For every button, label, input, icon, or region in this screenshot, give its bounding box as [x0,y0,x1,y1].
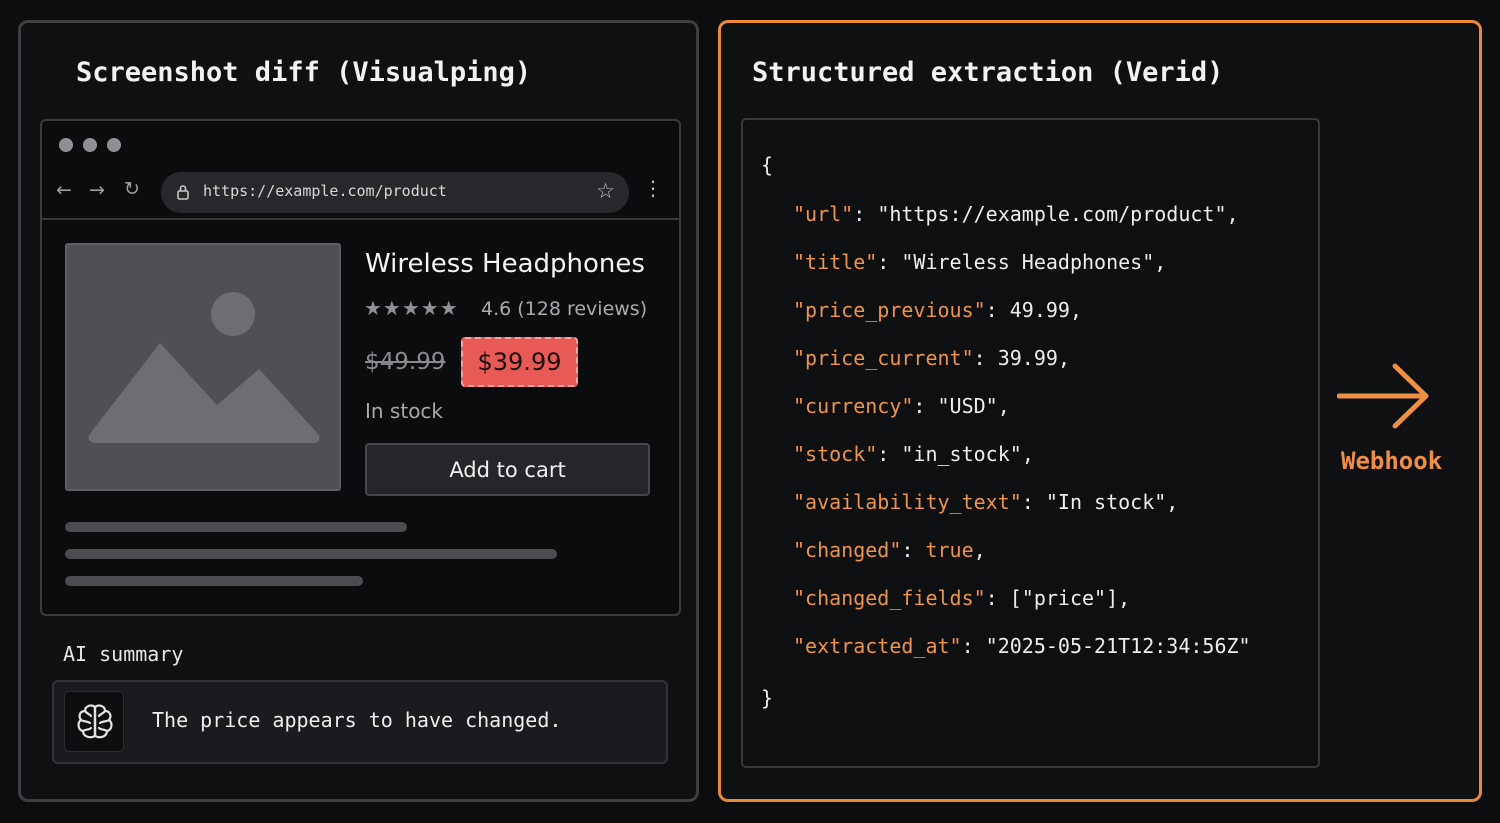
json-key: "price_previous" [793,298,986,322]
json-comma: , [997,394,1010,418]
json-value: "In stock" [1045,490,1167,514]
json-key: "stock" [793,442,878,466]
json-line-url: "url": "https://example.com/product", [793,202,1239,226]
json-key: "changed_fields" [793,586,986,610]
star-icon[interactable]: ☆ [596,179,615,203]
json-line-price-previous: "price_previous": 49.99, [793,298,1082,322]
json-value: "https://example.com/product" [877,202,1227,226]
json-value: "in_stock" [901,442,1022,466]
json-comma: , [1057,346,1070,370]
reload-icon[interactable]: ↻ [124,178,140,200]
browser-window: ← → ↻ https://example.com/product ☆ ⋮ Wi… [40,119,681,616]
back-arrow-icon[interactable]: ← [56,179,72,201]
structured-extraction-panel: Structured extraction (Verid) { "url": "… [718,20,1482,802]
json-value: "Wireless Headphones" [901,250,1155,274]
window-dot-maximize[interactable] [107,138,121,152]
old-price: $49.99 [365,349,446,375]
json-line-extracted-at: "extracted_at": "2025-05-21T12:34:56Z" [793,634,1251,658]
window-dot-close[interactable] [59,138,73,152]
json-line-stock: "stock": "in_stock", [793,442,1034,466]
json-comma: , [973,538,986,562]
json-line-changed-fields: "changed_fields": ["price"], [793,586,1130,610]
json-comma: , [1154,250,1167,274]
json-line-changed: "changed": true, [793,538,986,562]
product-name: Wireless Headphones [365,249,645,279]
forward-arrow-icon[interactable]: → [89,179,105,201]
json-key: "changed" [793,538,902,562]
lock-icon [177,185,189,200]
json-line-price-current: "price_current": 39.99, [793,346,1070,370]
right-arrow-icon [1337,363,1429,429]
json-comma: , [1069,298,1083,322]
menu-icon[interactable]: ⋮ [643,178,663,198]
json-comma: , [1021,442,1034,466]
json-key: "currency" [793,394,914,418]
text-placeholder-line [65,549,557,559]
json-open-brace: { [761,153,774,177]
json-key: "extracted_at" [793,634,962,658]
webhook-label: Webhook [1341,447,1443,475]
add-to-cart-button[interactable]: Add to cart [365,443,650,496]
ai-summary-label: AI summary [63,642,184,666]
new-price-highlight: $39.99 [461,337,578,387]
json-separator: : [877,442,902,466]
json-separator: : [973,346,998,370]
json-key: "url" [793,202,854,226]
json-value: "USD" [937,394,998,418]
rating-text: 4.6 (128 reviews) [481,298,648,320]
json-separator: : [1021,490,1046,514]
text-placeholder-line [65,522,407,532]
window-dot-minimize[interactable] [83,138,97,152]
rating-stars: ★★★★★ [364,296,459,320]
json-value: ["price"] [1009,586,1119,610]
json-separator: : [985,298,1010,322]
json-separator: : [877,250,902,274]
ai-summary-text: The price appears to have changed. [152,708,562,732]
json-comma: , [1226,202,1239,226]
json-value: true [925,538,974,562]
json-value: 39.99 [997,346,1058,370]
screenshot-diff-panel: Screenshot diff (Visualping) ← → ↻ https… [18,20,699,802]
json-line-title: "title": "Wireless Headphones", [793,250,1166,274]
json-separator: : [985,586,1010,610]
json-separator: : [913,394,938,418]
panel-title: Structured extraction (Verid) [752,57,1224,88]
json-code-block: { "url": "https://example.com/product", "… [741,118,1320,768]
json-comma: , [1118,586,1131,610]
brain-icon [64,691,124,752]
json-line-currency: "currency": "USD", [793,394,1010,418]
json-key: "title" [793,250,878,274]
json-key: "availability_text" [793,490,1022,514]
json-separator: : [961,634,986,658]
json-separator: : [901,538,926,562]
json-line-availability-text: "availability_text": "In stock", [793,490,1178,514]
json-value: 49.99 [1009,298,1070,322]
json-value: "2025-05-21T12:34:56Z" [985,634,1251,658]
image-placeholder-icon [65,243,341,491]
json-close-brace: } [761,686,774,710]
url-text[interactable]: https://example.com/product [203,182,447,200]
ai-summary-box: The price appears to have changed. [52,680,668,764]
panel-title: Screenshot diff (Visualping) [76,57,532,88]
json-comma: , [1166,490,1179,514]
json-key: "price_current" [793,346,974,370]
text-placeholder-line [65,576,363,586]
stock-status: In stock [365,399,444,423]
toolbar-divider [42,218,679,220]
json-separator: : [853,202,878,226]
address-bar[interactable]: https://example.com/product ☆ [161,172,629,213]
